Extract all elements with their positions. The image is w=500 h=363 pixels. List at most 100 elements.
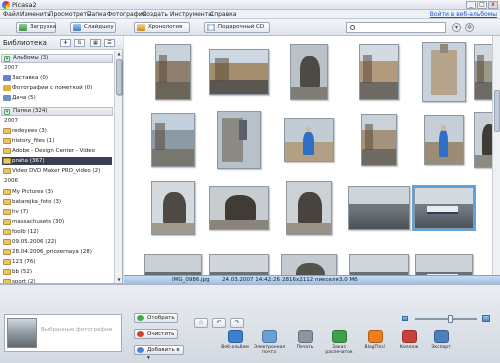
scroll-thumb[interactable] [494, 90, 500, 132]
photo-thumbnail[interactable] [155, 44, 191, 100]
photo-thumbnail[interactable] [424, 115, 464, 165]
folder-item[interactable]: massachusets (30) [2, 218, 112, 226]
close-button[interactable]: x [488, 1, 498, 9]
folder-item[interactable]: 28.04.2006_priozernaya (28) [2, 248, 112, 256]
photo-thumbnail[interactable] [284, 118, 334, 162]
share-button[interactable]: BlogThis! [360, 330, 390, 360]
rotate-right-icon[interactable]: ↷ [230, 318, 244, 328]
photo-thumbnail[interactable] [209, 49, 269, 95]
scroll-thumb[interactable] [116, 59, 122, 95]
add-to-label: Добавить в ▾ [147, 347, 180, 361]
library-scrollbar[interactable]: ▲ ▼ [114, 51, 122, 283]
share-button[interactable]: Экспорт [426, 330, 456, 360]
share-button[interactable]: Электронная почта [254, 330, 285, 360]
menu-create[interactable]: Создать [142, 11, 168, 18]
photo-thumbnail[interactable] [209, 186, 269, 230]
view-mode-icon[interactable]: ▦ [90, 39, 101, 47]
photo-thumbnail[interactable] [361, 114, 397, 166]
folder-item[interactable]: My Pictures (3) [2, 188, 112, 196]
star-icon[interactable]: ☆ [194, 318, 208, 328]
slideshow-icon [73, 24, 81, 31]
zoom-track[interactable] [415, 318, 477, 320]
folder-label: Adobe - Design Center - Video [12, 148, 96, 154]
selected-photo-preview[interactable] [7, 318, 37, 348]
photo-thumbnail[interactable] [422, 42, 466, 102]
signin-link[interactable]: Войти в веб-альбомы [430, 11, 497, 18]
share-icon [261, 330, 277, 343]
album-item-screensaver[interactable]: Заставка (0) [2, 74, 112, 82]
import-button[interactable]: Загрузка [16, 22, 56, 33]
folder-label: praha (367) [12, 158, 45, 164]
folder-icon [3, 199, 11, 205]
slideshow-button[interactable]: Слайдшоу [70, 22, 116, 33]
rotate-left-icon[interactable]: ↶ [212, 318, 226, 328]
timeline-button[interactable]: Хронология [134, 22, 190, 33]
share-button[interactable]: Коллаж [394, 330, 424, 360]
folder-item[interactable]: history_files (1) [2, 137, 112, 145]
album-item-dacha[interactable]: Дача (5) [2, 94, 112, 102]
minimize-button[interactable]: _ [466, 1, 476, 9]
list-mode-icon[interactable]: ☰ [104, 39, 115, 47]
collapse-toggle-icon[interactable]: ▾ [4, 56, 10, 62]
import-label: Загрузка [30, 24, 57, 30]
photo-thumbnail[interactable] [151, 113, 195, 167]
large-thumb-icon [482, 315, 490, 322]
selection-tray[interactable]: Выбранные фотографии [4, 314, 122, 352]
menu-file[interactable]: Файл [3, 11, 20, 18]
scroll-up-icon[interactable]: ▲ [116, 51, 122, 57]
photo-thumbnail[interactable] [412, 185, 476, 231]
menu-photo[interactable]: Фотография [107, 11, 146, 18]
folder-item[interactable]: bb (52) [2, 268, 112, 276]
grid-scrollbar[interactable] [492, 36, 500, 275]
photo-thumbnail[interactable] [286, 181, 332, 235]
menu-tools[interactable]: Инструменты [170, 11, 213, 18]
menu-view[interactable]: Просмотреть [49, 11, 91, 18]
clear-button[interactable]: Очистить [134, 329, 178, 339]
menu-folder[interactable]: Папка [87, 11, 106, 18]
hold-icon [137, 315, 144, 321]
folder-item[interactable]: foolb (12) [2, 228, 112, 236]
menu-help[interactable]: Справка [210, 11, 236, 18]
albums-group[interactable]: ▾ Альбомы (3) [1, 54, 113, 63]
gift-cd-button[interactable]: Подарочный CD [204, 22, 270, 33]
photo-thumbnail[interactable] [359, 44, 399, 100]
folder-item[interactable]: batarejka_foto (3) [2, 198, 112, 206]
folder-item[interactable]: Adobe - Design Center - Video [2, 147, 112, 155]
filter-icon[interactable]: ▾ [452, 23, 461, 32]
add-to-icon [137, 347, 144, 353]
maximize-button[interactable]: □ [477, 1, 487, 9]
share-label: Коллаж [399, 345, 419, 350]
gear-icon[interactable]: ✲ [465, 23, 474, 32]
folder-item[interactable]: Video DVD Maker PRO_video (2) [2, 167, 112, 175]
folder-icon [3, 209, 11, 215]
folder-item[interactable]: 09.05.2006 (22) [2, 238, 112, 246]
share-button[interactable]: Печать [290, 330, 320, 360]
sort-icon[interactable]: ⇅ [74, 39, 85, 47]
folder-item[interactable]: 123 (76) [2, 258, 112, 266]
photo-thumbnail[interactable] [217, 111, 261, 169]
search-icon [350, 25, 355, 30]
zoom-slider-knob[interactable] [448, 315, 453, 323]
collapse-toggle-icon[interactable]: ▾ [4, 109, 10, 115]
share-button[interactable]: Заказ распечаток [324, 330, 354, 360]
menu-edit[interactable]: Изменить [20, 11, 51, 18]
hold-button[interactable]: Отобрать [134, 313, 178, 323]
folder-item[interactable]: hv (7) [2, 208, 112, 216]
folder-label: massachusets (30) [12, 219, 65, 225]
photo-thumbnail[interactable] [348, 186, 410, 230]
add-to-button[interactable]: Добавить в ▾ [134, 345, 184, 361]
gift-cd-label: Подарочный CD [218, 24, 265, 30]
search-input[interactable] [346, 22, 446, 33]
timeline-label: Хронология [148, 24, 183, 30]
timeline-icon [137, 24, 145, 31]
album-item-starred[interactable]: Фотографии с пометкой (0) [2, 84, 112, 92]
photo-thumbnail[interactable] [290, 44, 328, 100]
folders-group[interactable]: ▾ Папки (324) [1, 107, 113, 116]
zoom-control[interactable] [398, 314, 498, 324]
share-actions: Веб-альбом Электронная почта Печать Заказ р… [220, 330, 470, 362]
folder-item-selected[interactable]: praha (367) [2, 157, 112, 165]
photo-thumbnail[interactable] [151, 181, 195, 235]
add-folder-icon[interactable]: ✚ [60, 39, 71, 47]
share-button[interactable]: Веб-альбом [220, 330, 250, 360]
folder-item[interactable]: redeyees (3) [2, 127, 112, 135]
